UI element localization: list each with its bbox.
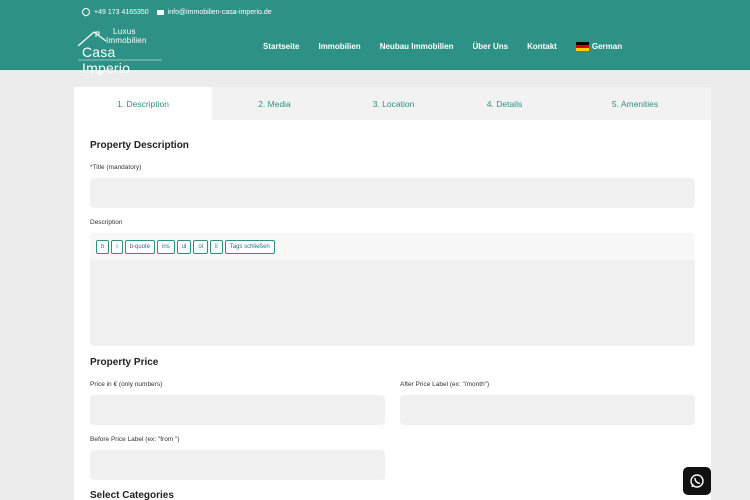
nav-startseite[interactable]: Startseite bbox=[263, 42, 299, 51]
editor-ins-button[interactable]: ins bbox=[157, 239, 175, 254]
contact-bar: +49 173 4165350 info@immobilien-casa-imp… bbox=[82, 7, 280, 17]
whatsapp-chat-button[interactable] bbox=[683, 467, 711, 495]
logo-line-1: Luxus bbox=[113, 27, 136, 36]
editor-italic-button[interactable]: i bbox=[111, 239, 123, 254]
nav-neubau-immobilien[interactable]: Neubau Immobilien bbox=[380, 42, 454, 51]
whatsapp-small-icon bbox=[82, 8, 90, 17]
price-label: Price in € (only numbers) bbox=[90, 381, 163, 388]
editor-toolbar: b i b-quote ins ul ol li Tags schließen bbox=[90, 233, 695, 260]
phone-number: +49 173 4165350 bbox=[94, 8, 149, 16]
tab-media[interactable]: 2. Media bbox=[212, 87, 337, 120]
site-logo[interactable]: Luxus Immobilien Casa Imperio bbox=[76, 26, 166, 76]
editor-close-tags-button[interactable]: Tags schließen bbox=[224, 239, 275, 254]
tab-description[interactable]: 1. Description bbox=[74, 87, 212, 120]
description-textarea[interactable] bbox=[90, 260, 695, 346]
logo-line-3: Casa Imperio bbox=[82, 44, 131, 76]
phone-link[interactable]: +49 173 4165350 bbox=[82, 8, 149, 17]
language-switcher[interactable]: German bbox=[575, 41, 623, 51]
site-header: +49 173 4165350 info@immobilien-casa-imp… bbox=[0, 0, 750, 76]
after-price-input[interactable] bbox=[400, 395, 695, 425]
editor-li-button[interactable]: li bbox=[210, 239, 223, 254]
submit-property-card: 1. Description 2. Media 3. Location 4. D… bbox=[74, 87, 711, 500]
tab-amenities[interactable]: 5. Amenities bbox=[559, 87, 711, 120]
editor-ul-button[interactable]: ul bbox=[176, 239, 192, 254]
mail-icon bbox=[156, 9, 164, 15]
editor-blockquote-button[interactable]: b-quote bbox=[124, 239, 156, 254]
price-input[interactable] bbox=[90, 395, 385, 425]
language-label: German bbox=[591, 41, 623, 51]
email-link[interactable]: info@immobilien-casa-imperio.de bbox=[156, 8, 272, 16]
editor-ol-button[interactable]: ol bbox=[193, 239, 209, 254]
title-input[interactable] bbox=[90, 178, 695, 208]
editor-bold-button[interactable]: b bbox=[96, 239, 110, 254]
main-nav: Startseite Immobilien Neubau Immobilien … bbox=[263, 40, 641, 52]
whatsapp-icon bbox=[690, 474, 704, 488]
tab-location[interactable]: 3. Location bbox=[337, 87, 450, 120]
nav-immobilien[interactable]: Immobilien bbox=[318, 42, 360, 51]
property-price-heading: Property Price bbox=[90, 357, 159, 368]
select-categories-heading: Select Categories bbox=[90, 490, 174, 500]
before-price-input[interactable] bbox=[90, 450, 385, 480]
nav-kontakt[interactable]: Kontakt bbox=[527, 42, 557, 51]
nav-ueber-uns[interactable]: Über Uns bbox=[473, 42, 509, 51]
before-price-label: Before Price Label (ex: "from ") bbox=[90, 436, 180, 443]
description-label: Description bbox=[90, 219, 123, 226]
title-label: *Title (mandatory) bbox=[90, 164, 142, 171]
german-flag-icon bbox=[575, 41, 589, 51]
tab-details[interactable]: 4. Details bbox=[450, 87, 559, 120]
email-address: info@immobilien-casa-imperio.de bbox=[167, 8, 272, 16]
after-price-label: After Price Label (ex: "/month") bbox=[400, 381, 490, 388]
step-tabs: 1. Description 2. Media 3. Location 4. D… bbox=[74, 87, 711, 120]
property-description-heading: Property Description bbox=[90, 140, 189, 151]
